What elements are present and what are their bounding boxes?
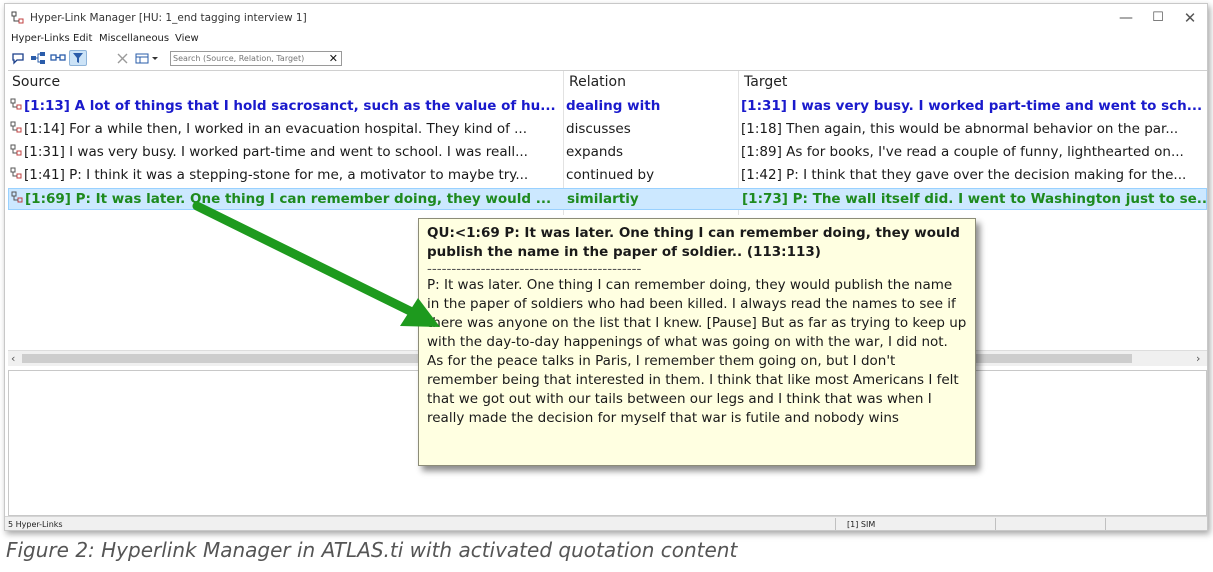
menu-view[interactable]: View — [175, 33, 199, 44]
hyperlink-count: 5 Hyper-Links — [8, 520, 63, 529]
source-text: [1:31] I was very busy. I worked part-ti… — [24, 144, 528, 160]
target-cell: [1:31] I was very busy. I worked part-ti… — [741, 98, 1203, 114]
menu-hyper-links[interactable]: Hyper-Links — [11, 33, 70, 44]
figure-caption: Figure 2: Hyperlink Manager in ATLAS.ti … — [6, 538, 738, 562]
source-cell: [1:69] P: It was later. One thing I can … — [11, 191, 561, 207]
toolbar: ✕ — [5, 48, 1207, 68]
table-row[interactable]: [1:13] A lot of things that I hold sacro… — [8, 96, 1207, 118]
source-cell: [1:31] I was very busy. I worked part-ti… — [10, 144, 560, 160]
relation-status: [1] SIM — [847, 520, 876, 529]
quotation-tooltip: QU:<1:69 P: It was later. One thing I ca… — [418, 218, 976, 466]
hyperlink-quote-icon — [11, 191, 23, 203]
menu-bar: Hyper-Links Edit Miscellaneous View — [5, 33, 1207, 47]
target-cell: [1:18] Then again, this would be abnorma… — [741, 121, 1179, 137]
source-text: [1:69] P: It was later. One thing I can … — [25, 191, 552, 207]
window-title: Hyper-Link Manager [HU: 1_end tagging in… — [30, 12, 307, 24]
source-cell: [1:13] A lot of things that I hold sacro… — [10, 98, 560, 114]
tooltip-body: P: It was later. One thing I can remembe… — [427, 277, 967, 426]
tree-link-icon[interactable] — [29, 50, 47, 66]
maximize-button[interactable]: ☐ — [1147, 8, 1169, 28]
column-header-relation[interactable]: Relation — [569, 74, 626, 90]
search-box: ✕ — [170, 51, 342, 66]
hyperlink-quote-icon — [10, 167, 22, 179]
link-chain-icon[interactable] — [49, 50, 67, 66]
table-row[interactable]: [1:31] I was very busy. I worked part-ti… — [8, 142, 1207, 164]
source-cell: [1:41] P: I think it was a stepping-ston… — [10, 167, 560, 183]
status-divider — [835, 518, 836, 530]
table-row-selected[interactable]: [1:69] P: It was later. One thing I can … — [8, 188, 1207, 210]
target-cell: [1:42] P: I think that they gave over th… — [741, 167, 1187, 183]
relation-cell: similartiy — [567, 191, 639, 207]
target-cell: [1:89] As for books, I've read a couple … — [741, 144, 1184, 160]
table-row[interactable]: [1:14] For a while then, I worked in an … — [8, 119, 1207, 141]
tooltip-separator: ----------------------------------------… — [427, 262, 642, 276]
source-text: [1:14] For a while then, I worked in an … — [24, 121, 528, 137]
table-row[interactable]: [1:41] P: I think it was a stepping-ston… — [8, 165, 1207, 187]
speech-bubble-icon[interactable] — [9, 50, 27, 66]
delete-icon[interactable] — [113, 50, 131, 66]
minimize-button[interactable]: — — [1115, 8, 1137, 28]
hyperlink-quote-icon — [10, 121, 22, 133]
menu-miscellaneous[interactable]: Miscellaneous — [99, 33, 169, 44]
column-header-target[interactable]: Target — [744, 74, 787, 90]
title-bar[interactable]: Hyper-Link Manager [HU: 1_end tagging in… — [5, 4, 1207, 33]
tooltip-header: QU:<1:69 P: It was later. One thing I ca… — [427, 225, 960, 260]
source-text: [1:13] A lot of things that I hold sacro… — [24, 98, 556, 114]
relation-cell: dealing with — [566, 98, 661, 114]
source-text: [1:41] P: I think it was a stepping-ston… — [24, 167, 529, 183]
scroll-right-icon[interactable]: › — [1196, 352, 1200, 365]
search-input[interactable] — [173, 52, 321, 65]
column-header-source[interactable]: Source — [12, 74, 60, 90]
list-header: Source Relation Target — [8, 71, 1207, 93]
source-cell: [1:14] For a while then, I worked in an … — [10, 121, 560, 137]
close-button[interactable]: ✕ — [1179, 8, 1201, 28]
relation-cell: discusses — [566, 121, 631, 137]
status-divider — [1105, 518, 1106, 530]
hyperlink-quote-icon — [10, 98, 22, 110]
relation-cell: expands — [566, 144, 624, 160]
table-view-icon[interactable] — [133, 50, 163, 66]
relation-cell: continued by — [566, 167, 655, 183]
filter-icon[interactable] — [69, 50, 87, 66]
hyperlink-app-icon — [11, 11, 24, 24]
status-divider — [995, 518, 996, 530]
target-cell: [1:73] P: The wall itself did. I went to… — [742, 191, 1206, 207]
scroll-left-icon[interactable]: ‹ — [11, 352, 15, 365]
menu-edit[interactable]: Edit — [73, 33, 92, 44]
clear-search-button[interactable]: ✕ — [329, 52, 338, 65]
status-bar: 5 Hyper-Links [1] SIM — [5, 516, 1207, 530]
hyperlink-quote-icon — [10, 144, 22, 156]
